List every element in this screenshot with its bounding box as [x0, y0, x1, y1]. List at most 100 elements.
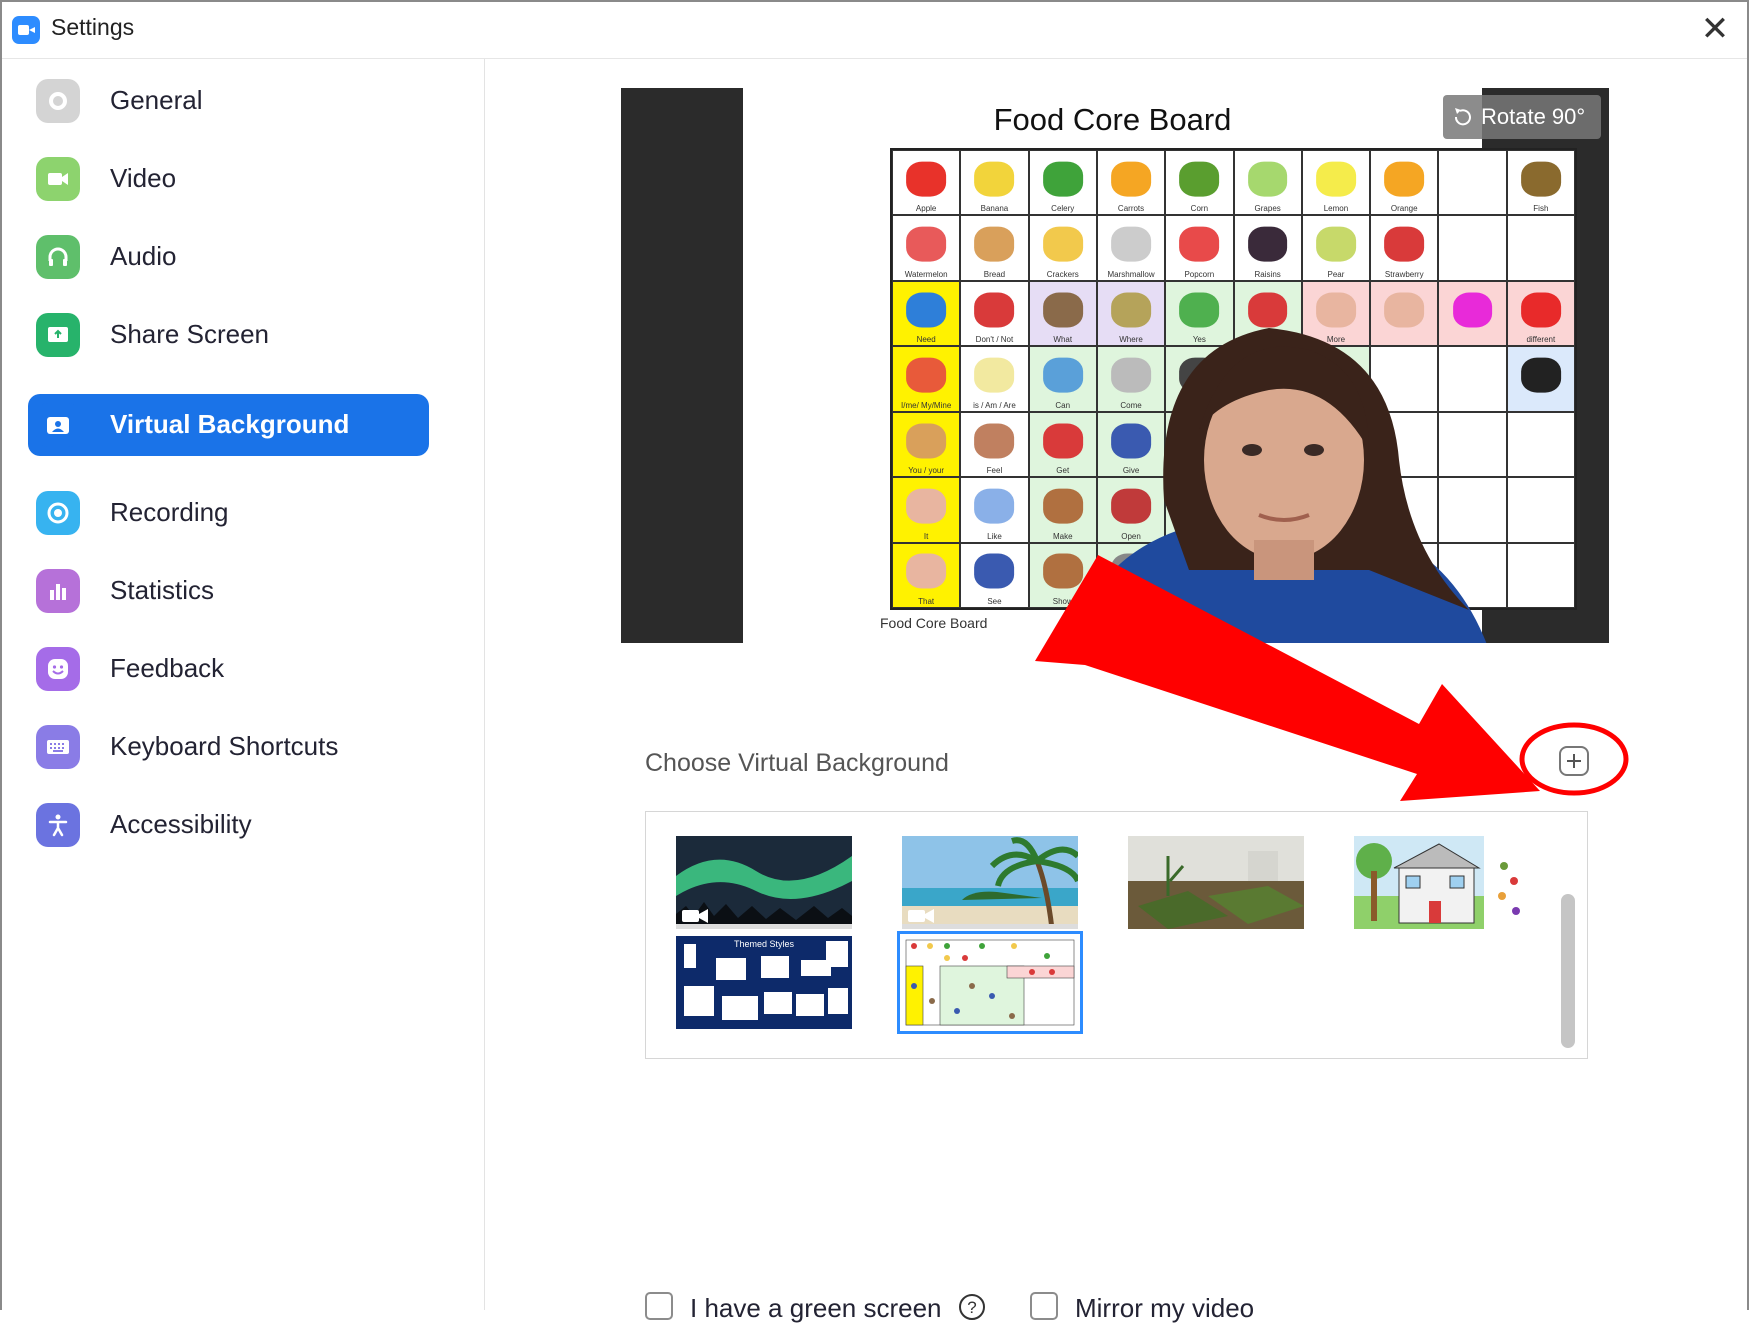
board-cell-symbol — [906, 357, 947, 393]
board-cell-symbol — [906, 292, 947, 328]
board-cell: Popcorn — [1165, 215, 1234, 281]
board-cell-label: Strawberry — [1384, 269, 1424, 279]
board-cell-label: Marshmallow — [1107, 269, 1155, 279]
board-cell-symbol — [906, 554, 947, 589]
board-cell: Crackers — [1028, 215, 1097, 281]
green-screen-checkbox[interactable] — [645, 1292, 673, 1320]
board-cell-label: Apple — [915, 204, 937, 214]
board-cell: Celery — [1028, 150, 1097, 216]
sidebar-item-label: Recording — [110, 497, 229, 527]
board-cell: Banana — [960, 150, 1029, 216]
board-cell-label: Watermelon — [904, 269, 948, 279]
help-icon[interactable]: ? — [957, 1292, 987, 1322]
board-cell — [1506, 346, 1575, 412]
background-thumbnail-house[interactable] — [1354, 836, 1530, 929]
board-cell: Don't / Not — [960, 280, 1029, 347]
board-cell-label: Corn — [1190, 204, 1209, 214]
board-footer: Food Core Board — [880, 615, 988, 631]
sidebar-item-accessibility[interactable]: Accessibility — [28, 794, 429, 856]
share-screen-icon — [36, 313, 80, 357]
gallery-scrollbar[interactable] — [1561, 894, 1575, 1048]
board-cell-symbol — [974, 423, 1015, 459]
board-cell-label: Like — [987, 531, 1002, 541]
zoom-app-icon — [12, 16, 40, 44]
board-cell: Corn — [1165, 150, 1234, 216]
board-cell: Orange — [1370, 150, 1439, 216]
title-bar: Settings ✕ — [2, 2, 1747, 59]
board-cell-label: Carrots — [1117, 204, 1145, 214]
board-cell-label: Celery — [1051, 204, 1075, 214]
mirror-video-checkbox[interactable] — [1030, 1292, 1058, 1320]
board-cell-label: I/me/ My/Mine — [901, 400, 952, 410]
background-thumbnail-themed-styles[interactable]: Themed Styles — [676, 936, 852, 1029]
background-thumbnail-garden[interactable] — [1128, 836, 1304, 929]
board-cell: That — [892, 542, 961, 608]
board-cell-symbol — [974, 161, 1015, 197]
board-cell: Lemon — [1301, 150, 1371, 216]
sidebar-item-recording[interactable]: Recording — [28, 482, 429, 544]
board-cell: Need — [892, 280, 961, 347]
background-thumbnail-food-core-board[interactable] — [897, 931, 1083, 1034]
board-cell-symbol — [1111, 226, 1151, 262]
board-cell-symbol — [1384, 161, 1425, 197]
video-background-icon — [682, 909, 708, 923]
sidebar-item-label: General — [110, 85, 203, 115]
board-cell-symbol — [974, 488, 1015, 524]
board-cell-label: Feel — [986, 466, 1003, 476]
board-cell-symbol — [1316, 161, 1356, 197]
board-cell-symbol — [906, 161, 947, 197]
sidebar-item-label: Audio — [110, 241, 177, 271]
video-camera-icon — [36, 157, 80, 201]
board-cell-symbol — [974, 226, 1015, 262]
board-cell-label: Grapes — [1254, 204, 1281, 214]
sidebar-item-label: Accessibility — [110, 809, 252, 839]
board-cell: Fish — [1506, 150, 1575, 216]
board-cell-label: That — [918, 597, 935, 606]
sidebar-item-general[interactable]: General — [28, 70, 429, 132]
rotate-label: Rotate 90° — [1481, 104, 1586, 129]
themed-styles-caption: Themed Styles — [734, 939, 795, 949]
sidebar-item-share-screen[interactable]: Share Screen — [28, 304, 429, 366]
board-cell: is / Am / Are — [960, 346, 1029, 412]
settings-window: Settings ✕ General Video Audio Share Scr… — [0, 0, 1749, 1323]
sidebar-item-label: Keyboard Shortcuts — [110, 731, 339, 761]
board-cell-label: Don't / Not — [975, 335, 1014, 345]
virtual-background-icon — [36, 403, 80, 447]
board-cell — [1438, 215, 1507, 281]
board-cell-label: is / Am / Are — [973, 400, 1016, 410]
board-cell-label: It — [923, 531, 929, 541]
background-thumbnail-beach[interactable] — [902, 836, 1078, 929]
board-cell: It — [892, 477, 961, 543]
sidebar-item-statistics[interactable]: Statistics — [28, 560, 429, 622]
background-thumbnail-aurora[interactable] — [676, 836, 852, 929]
mirror-video-label: Mirror my video — [1075, 1293, 1255, 1323]
video-background-icon — [908, 909, 934, 923]
plus-icon[interactable] — [1559, 746, 1589, 776]
board-cell-symbol — [906, 488, 947, 524]
board-cell-symbol — [1042, 226, 1083, 262]
sidebar-item-feedback[interactable]: Feedback — [28, 638, 429, 700]
smiley-icon — [36, 647, 80, 691]
board-cell-label: See — [987, 597, 1002, 606]
board-cell: You / your — [892, 411, 961, 478]
board-cell: Marshmallow — [1096, 215, 1166, 281]
rotate-button[interactable]: Rotate 90° — [1443, 95, 1601, 139]
sidebar-item-audio[interactable]: Audio — [28, 226, 429, 288]
sidebar-item-virtual-background[interactable]: Virtual Background — [28, 394, 429, 456]
board-cell-symbol — [1247, 226, 1288, 262]
board-cell: Like — [960, 477, 1029, 543]
sidebar-item-keyboard-shortcuts[interactable]: Keyboard Shortcuts — [28, 716, 429, 778]
sidebar-item-video[interactable]: Video — [28, 148, 429, 210]
sidebar-item-label: Feedback — [110, 653, 225, 683]
board-cell-symbol — [1520, 292, 1561, 328]
board-cell-symbol — [1247, 161, 1288, 197]
board-cell — [1438, 150, 1507, 216]
headphones-icon — [36, 235, 80, 279]
green-screen-option: I have a green screen ? — [645, 1292, 985, 1324]
board-cell-label: Popcorn — [1184, 269, 1215, 279]
board-cell-label: different — [1526, 335, 1556, 345]
board-cell-symbol — [1384, 226, 1425, 262]
board-cell-symbol — [1520, 161, 1561, 197]
close-icon[interactable]: ✕ — [1697, 12, 1733, 48]
board-cell-label: Bread — [983, 269, 1006, 279]
